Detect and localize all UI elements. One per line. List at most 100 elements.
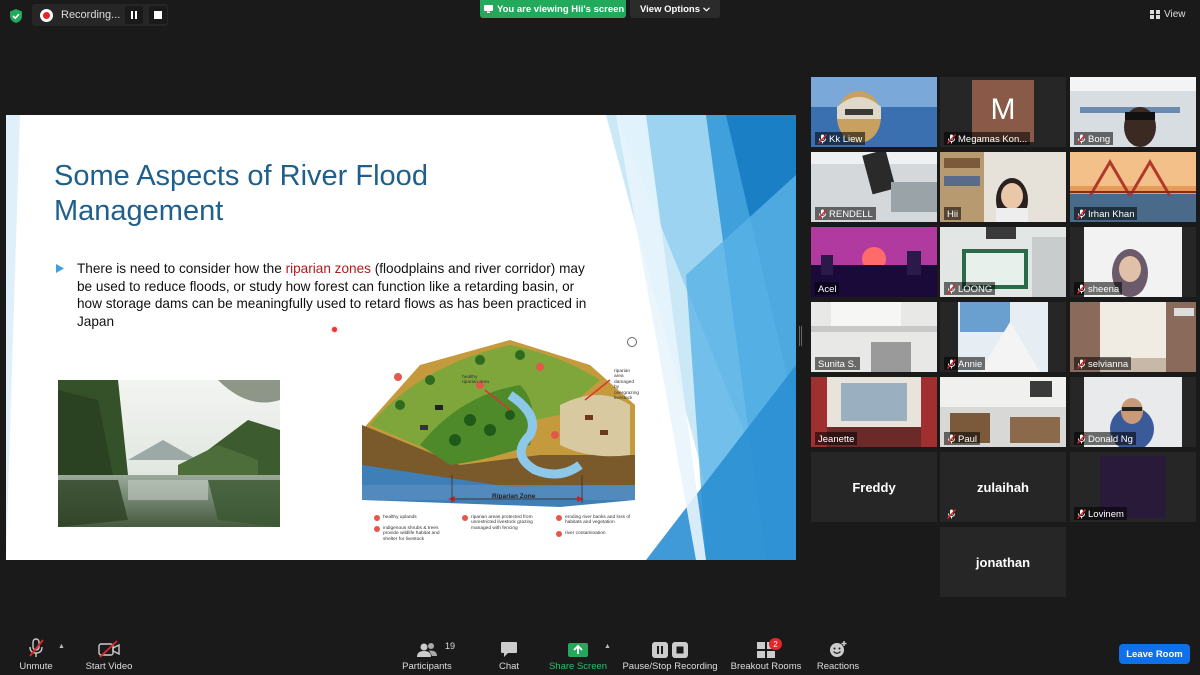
participant-tile[interactable]: Freddy (811, 452, 937, 522)
view-layout-button[interactable]: View (1150, 6, 1194, 22)
participant-name: Donald Ng (1088, 433, 1133, 445)
viewing-screen-banner: You are viewing Hii's screen (480, 0, 626, 18)
participant-name-tag: LOONG (944, 282, 996, 295)
shared-screen-slide[interactable]: Some Aspects of River Flood Management T… (6, 115, 796, 560)
legend-item-3: riparian areas protected from unrestrict… (462, 515, 548, 531)
start-video-label: Start Video (85, 661, 133, 672)
participant-tile[interactable]: Irhan Khan (1070, 152, 1196, 222)
participant-tile[interactable]: Acel (811, 227, 937, 297)
microphone-muted-icon (947, 134, 956, 144)
participant-name-tag: Acel (815, 282, 840, 295)
microphone-muted-icon (947, 359, 956, 369)
legend-text: eroding river banks and loss of habitats… (565, 515, 631, 526)
participant-tile[interactable]: Paul (940, 377, 1066, 447)
participant-name-tag: sheena (1074, 282, 1123, 295)
share-screen-label: Share Screen (548, 661, 608, 672)
participant-tile[interactable]: Annie (940, 302, 1066, 372)
unmute-label: Unmute (19, 661, 53, 672)
bullet-triangle-icon (56, 264, 64, 273)
participant-name: LOONG (958, 283, 993, 295)
gallery-resize-handle[interactable] (799, 326, 802, 346)
start-video-button[interactable]: Start Video (84, 636, 134, 672)
participants-label: Participants (402, 661, 452, 672)
microphone-muted-icon (947, 284, 956, 294)
participant-tile[interactable]: sheena (1070, 227, 1196, 297)
participant-name-tag: Kk Liew (815, 132, 866, 145)
participant-tile[interactable]: Kk Liew (811, 77, 937, 147)
stop-icon (154, 11, 162, 19)
pause-recording-button[interactable] (125, 6, 143, 24)
participant-tile[interactable]: Hii (940, 152, 1066, 222)
participant-tile[interactable]: Donald Ng (1070, 377, 1196, 447)
microphone-muted-icon (1077, 509, 1086, 519)
legend-item-5: river contamination (556, 531, 638, 537)
chat-label: Chat (498, 661, 520, 672)
legend-text: indigenous shrubs & trees provide wildli… (383, 526, 440, 542)
legend-marker-icon (556, 531, 562, 537)
viewing-label: You are viewing Hii's screen (497, 3, 625, 15)
breakout-badge: 2 (769, 638, 782, 650)
participant-tile[interactable]: LOONG (940, 227, 1066, 297)
slide-bullet: There is need to consider how the ripari… (56, 260, 596, 330)
share-screen-icon (568, 643, 588, 657)
audio-options-caret-icon[interactable]: ▲ (58, 643, 65, 650)
view-label: View (1164, 8, 1186, 20)
participant-name: Paul (958, 433, 978, 445)
legend-item-4: eroding river banks and loss of habitats… (556, 515, 638, 526)
microphone-muted-icon (818, 209, 827, 219)
security-shield-icon[interactable] (8, 8, 24, 24)
participants-button[interactable]: 19 Participants (400, 636, 455, 672)
participant-name-tag: Sunita S. (815, 357, 860, 370)
pause-recording-icon (652, 642, 668, 658)
reactions-label: Reactions (816, 661, 860, 672)
bullet-text-pre: There is need to consider how the (77, 261, 286, 276)
recording-indicator: Recording... (32, 4, 168, 26)
participant-tile[interactable]: M Megamas Kon... (940, 77, 1066, 147)
participant-name: Bong (1088, 133, 1111, 145)
microphone-muted-icon (1077, 434, 1086, 444)
pause-stop-recording-button[interactable]: Pause/Stop Recording (622, 636, 718, 672)
bullet-text: There is need to consider how the ripari… (77, 260, 596, 330)
view-options-button[interactable]: View Options (630, 0, 720, 18)
lake-photo (58, 380, 280, 527)
share-options-caret-icon[interactable]: ▲ (604, 643, 611, 650)
participant-name-tag: selvianna (1074, 357, 1132, 370)
pause-recording-label: Pause/Stop Recording (622, 661, 718, 672)
stop-recording-button[interactable] (149, 6, 167, 24)
slide-title: Some Aspects of River Flood Management (54, 160, 428, 227)
chat-bubble-icon (501, 642, 517, 657)
participant-name: Kk Liew (829, 133, 863, 145)
legend-marker-icon (556, 515, 562, 521)
microphone-muted-icon (1077, 284, 1086, 294)
participant-tile[interactable]: selvianna (1070, 302, 1196, 372)
legend-marker-icon (374, 515, 380, 521)
participant-tile[interactable]: Sunita S. (811, 302, 937, 372)
leave-room-button[interactable]: Leave Room (1119, 644, 1190, 664)
participant-name: selvianna (1088, 358, 1129, 370)
reactions-button[interactable]: Reactions (816, 636, 860, 672)
legend-text: riparian areas protected from unrestrict… (471, 515, 533, 531)
reactions-smiley-icon (830, 641, 847, 657)
chevron-down-icon (703, 6, 710, 12)
screen-share-icon (484, 5, 493, 13)
participant-tile[interactable]: RENDELL (811, 152, 937, 222)
participant-name-tag: Bong (1074, 132, 1114, 145)
microphone-muted-icon (1077, 209, 1086, 219)
participant-tile[interactable]: Bong (1070, 77, 1196, 147)
microphone-muted-icon (947, 509, 956, 519)
legend-marker-icon (462, 515, 468, 521)
participant-tile[interactable]: Lovinem (1070, 452, 1196, 522)
participant-name-large: Freddy (852, 479, 896, 495)
participant-name-tag: Paul (944, 432, 981, 445)
share-screen-button[interactable]: Share Screen (548, 636, 608, 672)
breakout-rooms-button[interactable]: 2 Breakout Rooms (730, 636, 802, 672)
chat-button[interactable]: Chat (494, 636, 524, 672)
microphone-muted-icon (947, 434, 956, 444)
close-icon[interactable] (627, 337, 637, 347)
participant-name: Jeanette (818, 433, 855, 445)
laser-pointer (332, 327, 337, 332)
participant-tile[interactable]: Jeanette (811, 377, 937, 447)
participant-tile[interactable]: zulaihah (940, 452, 1066, 522)
unmute-button[interactable]: Unmute (16, 636, 56, 672)
participant-tile[interactable]: jonathan (940, 527, 1066, 597)
